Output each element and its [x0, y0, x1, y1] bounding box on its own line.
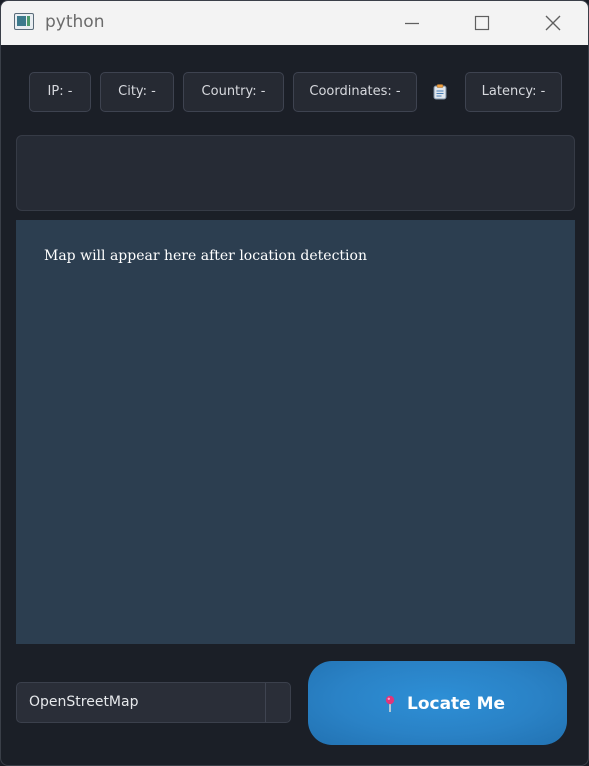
map-placeholder-text: Map will appear here after location dete…: [44, 248, 367, 264]
minimize-button[interactable]: [389, 1, 435, 45]
maximize-icon: [474, 15, 490, 31]
app-icon: [14, 13, 34, 30]
ip-button[interactable]: IP: -: [29, 72, 91, 112]
window-title: python: [45, 12, 105, 32]
close-icon: [545, 15, 561, 31]
coordinates-button[interactable]: Coordinates: -: [293, 72, 417, 112]
city-button[interactable]: City: -: [100, 72, 174, 112]
app-window: python IP: - City: - Country: - Coordina…: [0, 0, 589, 766]
locate-me-button[interactable]: Locate Me: [308, 661, 567, 745]
pin-icon: [385, 695, 395, 712]
maximize-button[interactable]: [459, 1, 505, 45]
map-provider-select[interactable]: OpenStreetMap: [16, 682, 291, 723]
select-divider: [265, 683, 266, 722]
minimize-icon: [405, 22, 419, 25]
map-view[interactable]: Map will appear here after location dete…: [16, 220, 575, 644]
title-bar[interactable]: python: [1, 1, 588, 45]
locate-me-label: Locate Me: [407, 694, 506, 714]
close-button[interactable]: [530, 1, 576, 45]
map-provider-value: OpenStreetMap: [29, 694, 139, 710]
status-panel: [16, 135, 575, 211]
country-button[interactable]: Country: -: [183, 72, 284, 112]
latency-button[interactable]: Latency: -: [465, 72, 562, 112]
clipboard-icon[interactable]: [433, 84, 447, 100]
